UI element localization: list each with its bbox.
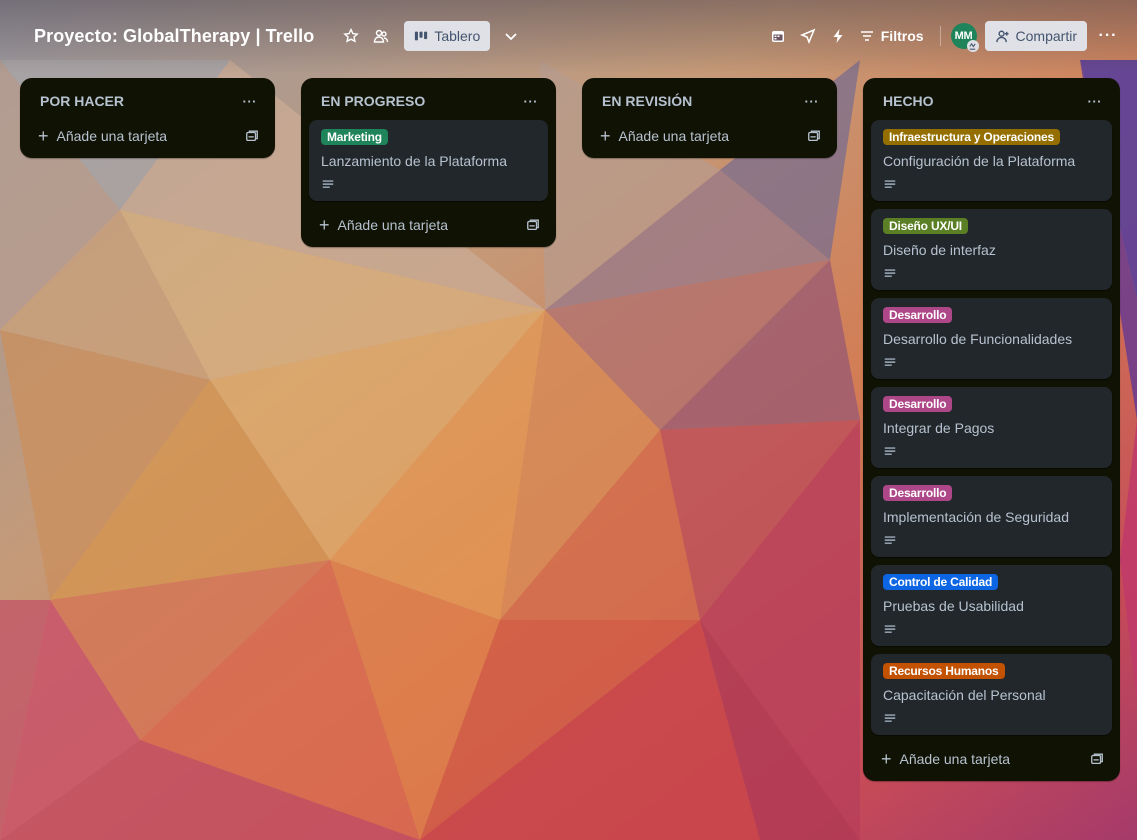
card-title: Desarrollo de Funcionalidades bbox=[883, 331, 1073, 347]
plus-icon: + bbox=[38, 126, 49, 146]
card-label-infra[interactable]: Infraestructura y Operaciones bbox=[883, 129, 1060, 145]
list-en-revision: EN REVISIÓN ··· + Añade una tarjeta bbox=[582, 78, 837, 158]
board-view-icon bbox=[414, 29, 428, 43]
list-header[interactable]: EN REVISIÓN ··· bbox=[590, 86, 829, 116]
list-menu-button[interactable]: ··· bbox=[237, 94, 264, 109]
card-title: Implementación de Seguridad bbox=[883, 509, 1070, 525]
list-menu-button[interactable]: ··· bbox=[799, 94, 826, 109]
filter-button[interactable]: Filtros bbox=[853, 21, 930, 51]
card[interactable]: Desarrollo Desarrollo de Funcionalidades bbox=[871, 298, 1112, 379]
card-label-dev[interactable]: Desarrollo bbox=[883, 307, 953, 323]
list-header[interactable]: POR HACER ··· bbox=[28, 86, 267, 116]
header-left: Proyecto: GlobalTherapy | Trello Tablero bbox=[34, 20, 526, 52]
card-template-icon[interactable] bbox=[526, 218, 540, 232]
filter-label: Filtros bbox=[880, 28, 924, 44]
admin-badge-icon bbox=[966, 40, 979, 52]
share-user-icon bbox=[995, 29, 1010, 44]
add-card-button[interactable]: + Añade una tarjeta bbox=[309, 209, 548, 241]
card-label-marketing[interactable]: Marketing bbox=[321, 129, 388, 145]
card[interactable]: Infraestructura y Operaciones Configurac… bbox=[871, 120, 1112, 201]
card[interactable]: Recursos Humanos Capacitación del Person… bbox=[871, 654, 1112, 735]
list-title[interactable]: POR HACER bbox=[40, 93, 124, 109]
description-lines-icon bbox=[883, 266, 1100, 282]
calendar-icon[interactable] bbox=[763, 21, 793, 51]
add-card-label: Añade una tarjeta bbox=[56, 128, 168, 144]
card[interactable]: Desarrollo Integrar de Pagos bbox=[871, 387, 1112, 468]
description-lines-icon bbox=[883, 177, 1100, 193]
header-right: Filtros MM Compartir ··· bbox=[763, 20, 1123, 52]
workspace-visibility-icon[interactable] bbox=[366, 21, 396, 51]
board-view-label: Tablero bbox=[434, 28, 481, 44]
list-en-progreso: EN PROGRESO ··· Marketing Lanzamiento de… bbox=[301, 78, 556, 247]
list-title[interactable]: HECHO bbox=[883, 93, 934, 109]
add-card-button[interactable]: + Añade una tarjeta bbox=[590, 120, 829, 152]
board-title[interactable]: Proyecto: GlobalTherapy | Trello bbox=[34, 26, 314, 47]
board-view-button[interactable]: Tablero bbox=[404, 21, 491, 51]
lightning-icon[interactable] bbox=[823, 21, 853, 51]
list-title[interactable]: EN REVISIÓN bbox=[602, 93, 692, 109]
list-title[interactable]: EN PROGRESO bbox=[321, 93, 425, 109]
add-card-label: Añade una tarjeta bbox=[899, 751, 1011, 767]
add-card-label: Añade una tarjeta bbox=[337, 217, 449, 233]
card-label-hr[interactable]: Recursos Humanos bbox=[883, 663, 1005, 679]
card[interactable]: Diseño UX/UI Diseño de interfaz bbox=[871, 209, 1112, 290]
description-lines-icon bbox=[321, 177, 536, 193]
add-card-button[interactable]: + Añade una tarjeta bbox=[871, 743, 1112, 775]
list-por-hacer: POR HACER ··· + Añade una tarjeta bbox=[20, 78, 275, 158]
filter-icon bbox=[859, 28, 875, 44]
description-lines-icon bbox=[883, 355, 1100, 371]
card[interactable]: Marketing Lanzamiento de la Plataforma bbox=[309, 120, 548, 201]
board-header: Proyecto: GlobalTherapy | Trello Tablero bbox=[0, 0, 1137, 74]
list-header[interactable]: EN PROGRESO ··· bbox=[309, 86, 548, 116]
card-template-icon[interactable] bbox=[245, 129, 259, 143]
list-header[interactable]: HECHO ··· bbox=[871, 86, 1112, 116]
card-label-dev[interactable]: Desarrollo bbox=[883, 485, 953, 501]
list-menu-button[interactable]: ··· bbox=[518, 94, 545, 109]
card-title: Diseño de interfaz bbox=[883, 242, 996, 258]
add-card-button[interactable]: + Añade una tarjeta bbox=[28, 120, 267, 152]
list-hecho: HECHO ··· Infraestructura y Operaciones … bbox=[863, 78, 1120, 781]
header-divider bbox=[939, 26, 941, 46]
description-lines-icon bbox=[883, 444, 1100, 460]
description-lines-icon bbox=[883, 622, 1100, 638]
chevron-down-icon[interactable] bbox=[496, 21, 526, 51]
description-lines-icon bbox=[883, 533, 1100, 549]
card-label-dev[interactable]: Desarrollo bbox=[883, 396, 953, 412]
card[interactable]: Desarrollo Implementación de Seguridad bbox=[871, 476, 1112, 557]
card-title: Integrar de Pagos bbox=[883, 420, 995, 436]
card-template-icon[interactable] bbox=[1090, 752, 1104, 766]
description-lines-icon bbox=[883, 711, 1100, 727]
plus-icon: + bbox=[881, 749, 892, 769]
card-title: Lanzamiento de la Plataforma bbox=[321, 153, 507, 169]
share-label: Compartir bbox=[1015, 28, 1077, 44]
plus-icon: + bbox=[319, 215, 330, 235]
plus-icon: + bbox=[600, 126, 611, 146]
board-menu-button[interactable]: ··· bbox=[1093, 21, 1123, 51]
card-title: Capacitación del Personal bbox=[883, 687, 1046, 703]
card-title: Pruebas de Usabilidad bbox=[883, 598, 1024, 614]
card-title: Configuración de la Plataforma bbox=[883, 153, 1076, 169]
avatar[interactable]: MM bbox=[950, 23, 979, 52]
card-label-qa[interactable]: Control de Calidad bbox=[883, 574, 999, 590]
add-card-label: Añade una tarjeta bbox=[618, 128, 730, 144]
send-icon[interactable] bbox=[793, 21, 823, 51]
card-template-icon[interactable] bbox=[807, 129, 821, 143]
list-menu-button[interactable]: ··· bbox=[1082, 94, 1109, 109]
card[interactable]: Control de Calidad Pruebas de Usabilidad bbox=[871, 565, 1112, 646]
star-icon[interactable] bbox=[336, 21, 366, 51]
share-button[interactable]: Compartir bbox=[984, 21, 1087, 51]
card-label-ux[interactable]: Diseño UX/UI bbox=[883, 218, 968, 234]
